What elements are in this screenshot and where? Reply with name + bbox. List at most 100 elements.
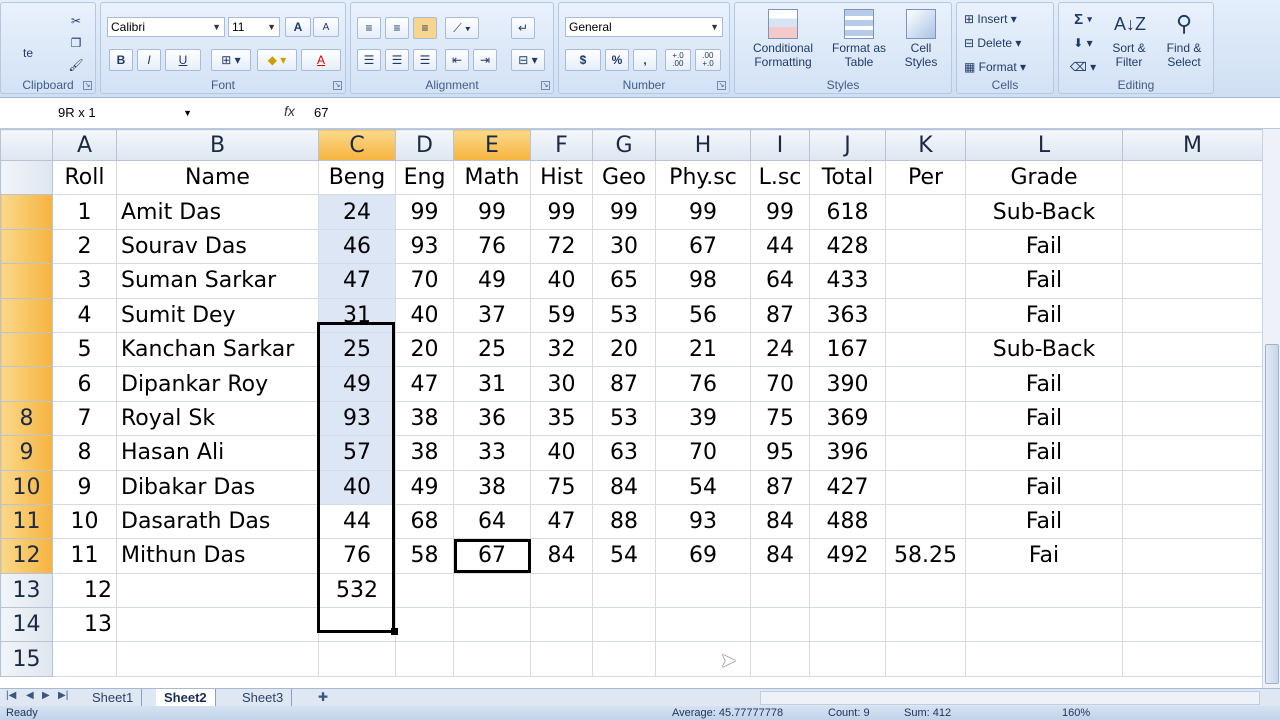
cell[interactable]: 87	[750, 297, 810, 333]
currency-button[interactable]: $	[565, 49, 601, 71]
cell[interactable]: 39	[655, 400, 751, 437]
delete-button[interactable]: ⊟ Delete ▾	[963, 33, 1049, 53]
cell[interactable]	[116, 607, 319, 643]
row-header[interactable]: 11	[0, 503, 53, 540]
fill-handle[interactable]	[391, 628, 398, 635]
column-header[interactable]: F	[530, 129, 593, 161]
cell[interactable]: 84	[530, 538, 593, 574]
paste-button[interactable]: te	[3, 11, 53, 75]
column-header[interactable]: L	[965, 129, 1123, 161]
cell[interactable]: 618	[809, 194, 886, 230]
cell[interactable]: 33	[453, 435, 531, 471]
cell[interactable]	[809, 641, 886, 677]
row-header[interactable]	[0, 263, 53, 299]
row-header[interactable]: 10	[0, 469, 53, 505]
cell[interactable]	[395, 641, 454, 677]
cell[interactable]: Suman Sarkar	[116, 263, 319, 299]
cell[interactable]: Sub-Back	[965, 331, 1123, 368]
cell[interactable]	[1122, 366, 1262, 402]
first-sheet-icon[interactable]: |◀	[6, 690, 16, 701]
cell[interactable]: 56	[655, 297, 751, 333]
alignment-launcher-icon[interactable]: ↘	[541, 81, 550, 90]
autosum-button[interactable]: Σ ▾	[1065, 9, 1101, 29]
cell[interactable]: 167	[809, 331, 886, 368]
cell[interactable]: 6	[52, 366, 117, 402]
increase-decimal-button[interactable]: +.0 .00	[665, 49, 691, 71]
cell[interactable]: Fail	[965, 263, 1123, 299]
cell[interactable]: 64	[750, 263, 810, 299]
align-left-icon[interactable]: ☰	[357, 49, 381, 71]
cell[interactable]: Dasarath Das	[116, 503, 319, 540]
font-size-combo[interactable]: 11 ▼	[228, 17, 280, 37]
cell[interactable]: Kanchan Sarkar	[116, 331, 319, 368]
row-header[interactable]	[0, 228, 53, 265]
row-header[interactable]	[0, 297, 53, 333]
cell[interactable]: 99	[395, 194, 454, 230]
row-header[interactable]: 12	[0, 538, 53, 574]
font-name-combo[interactable]: Calibri ▼	[107, 17, 225, 37]
cut-icon[interactable]: ✂	[65, 11, 87, 31]
row-header[interactable]: 13	[0, 572, 53, 609]
cell[interactable]: Sumit Dey	[116, 297, 319, 333]
cell[interactable]: 369	[809, 400, 886, 437]
cell[interactable]: Math	[453, 159, 531, 196]
cell[interactable]: 488	[809, 503, 886, 540]
cell[interactable]: 54	[592, 538, 656, 574]
cell[interactable]: 25	[453, 331, 531, 368]
cell[interactable]	[1122, 641, 1262, 677]
format-as-table-button[interactable]: Format as Table	[829, 9, 889, 69]
cell[interactable]: Beng	[318, 159, 396, 196]
cell[interactable]: 44	[318, 503, 396, 540]
cell[interactable]	[530, 572, 593, 609]
cell[interactable]: 396	[809, 435, 886, 471]
cell[interactable]	[1122, 538, 1262, 574]
cell[interactable]: 2	[52, 228, 117, 265]
cell[interactable]	[1122, 297, 1262, 333]
cell[interactable]: 87	[750, 469, 810, 505]
cell[interactable]: 47	[318, 263, 396, 299]
column-header[interactable]: G	[592, 129, 656, 161]
cell[interactable]: 10	[52, 503, 117, 540]
cell[interactable]: 532	[318, 572, 396, 609]
cell[interactable]	[965, 607, 1123, 643]
cell[interactable]	[655, 572, 751, 609]
cell[interactable]: 21	[655, 331, 751, 368]
cell[interactable]	[592, 572, 656, 609]
cell[interactable]: Name	[116, 159, 319, 196]
cell[interactable]	[885, 641, 966, 677]
cell[interactable]: 54	[655, 469, 751, 505]
cell[interactable]	[750, 641, 810, 677]
cell[interactable]: 8	[52, 435, 117, 471]
cell[interactable]: Sourav Das	[116, 228, 319, 265]
cell[interactable]: Eng	[395, 159, 454, 196]
cell[interactable]	[885, 572, 966, 609]
cell[interactable]: 35	[530, 400, 593, 437]
insert-button[interactable]: ⊞ Insert ▾	[963, 9, 1049, 29]
cell[interactable]: Grade	[965, 159, 1123, 196]
number-launcher-icon[interactable]: ↘	[717, 81, 726, 90]
cell[interactable]: 67	[655, 228, 751, 265]
cell[interactable]: 9	[52, 469, 117, 505]
cell[interactable]: 84	[592, 469, 656, 505]
cell[interactable]: 20	[395, 331, 454, 368]
orientation-icon[interactable]: ⟋ ▾	[445, 17, 479, 39]
cell[interactable]: 88	[592, 503, 656, 540]
cell[interactable]: 99	[530, 194, 593, 230]
cell[interactable]	[750, 607, 810, 643]
copy-icon[interactable]: ❐	[65, 33, 87, 53]
cell[interactable]: 24	[750, 331, 810, 368]
column-header[interactable]: J	[809, 129, 886, 161]
cell[interactable]: 11	[52, 538, 117, 574]
cell[interactable]: 428	[809, 228, 886, 265]
cell[interactable]: 59	[530, 297, 593, 333]
cell[interactable]: 58.25	[885, 538, 966, 574]
formula-input[interactable]: 67	[314, 103, 328, 123]
cell[interactable]: 3	[52, 263, 117, 299]
fill-color-button[interactable]: ◆ ▾	[257, 49, 297, 71]
cell[interactable]: 58	[395, 538, 454, 574]
column-header[interactable]: I	[750, 129, 810, 161]
insert-sheet-icon[interactable]: ✚	[318, 690, 328, 704]
cell[interactable]	[885, 366, 966, 402]
align-center-icon[interactable]: ☰	[385, 49, 409, 71]
cell[interactable]: 37	[453, 297, 531, 333]
